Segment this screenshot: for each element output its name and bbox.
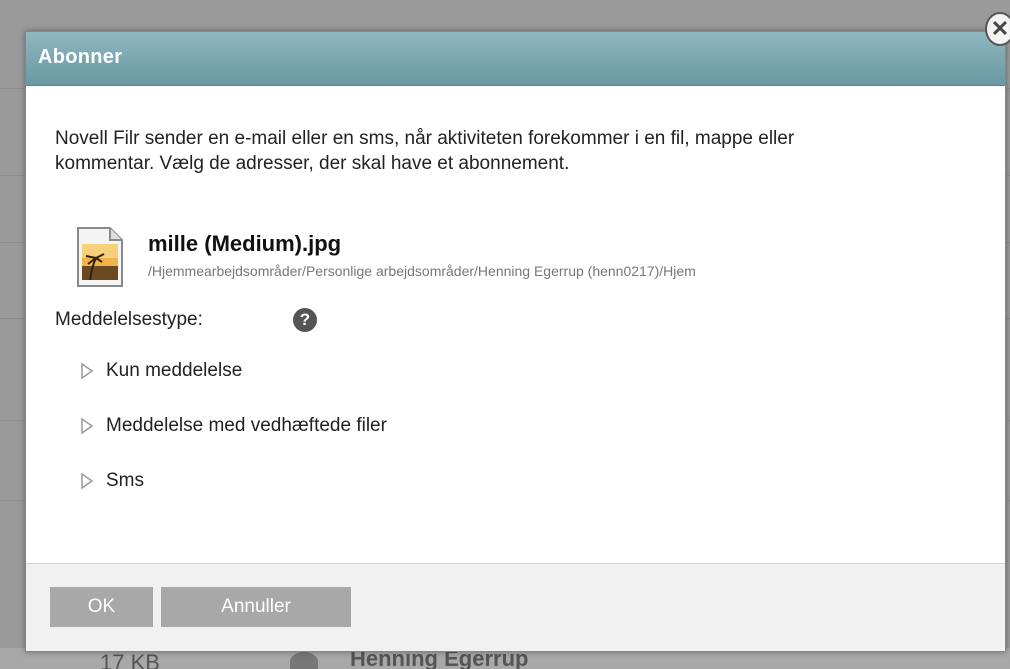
help-icon[interactable]: ? — [293, 308, 317, 332]
expand-triangle-icon — [81, 472, 94, 490]
option-label: Kun meddelelse — [106, 360, 243, 381]
option-message-only[interactable]: Kun meddelelse — [80, 360, 242, 382]
dialog-title: Abonner — [38, 46, 123, 68]
expand-triangle-icon — [81, 417, 94, 435]
file-name: mille (Medium).jpg — [148, 231, 342, 256]
option-label: Sms — [106, 470, 144, 491]
dialog-content: Novell Filr sender en e-mail eller en sm… — [26, 86, 1005, 564]
ok-button[interactable]: OK — [50, 587, 153, 627]
option-sms[interactable]: Sms — [80, 470, 144, 492]
file-path: /Hjemmearbejdsområder/Personlige arbejds… — [148, 263, 696, 279]
dialog-description: Novell Filr sender en e-mail eller en sm… — [55, 128, 795, 174]
option-label: Meddelelse med vedhæftede filer — [106, 415, 387, 436]
image-file-icon — [77, 227, 123, 287]
dialog-titlebar[interactable]: Abonner — [26, 32, 1005, 86]
expand-triangle-icon — [81, 362, 94, 380]
notification-type-label: Meddelelsestype: — [55, 309, 203, 330]
option-message-with-attachments[interactable]: Meddelelse med vedhæftede filer — [80, 415, 387, 437]
dialog-footer: OK Annuller — [26, 563, 1005, 651]
background-file-size: 17 KB — [100, 650, 160, 669]
user-icon — [290, 652, 318, 669]
close-icon[interactable]: ✕ — [985, 12, 1010, 46]
subscribe-dialog: Abonner Novell Filr sender en e-mail ell… — [25, 31, 1006, 652]
cancel-button[interactable]: Annuller — [161, 587, 351, 627]
